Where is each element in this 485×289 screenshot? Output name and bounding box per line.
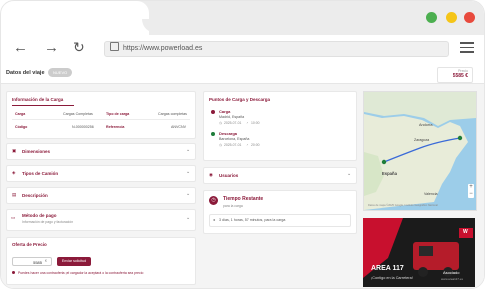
hourglass-icon: ⧗ (213, 218, 216, 222)
load-date: 2025-07-01 (224, 121, 242, 125)
unload-place: Barcelona, España (219, 137, 250, 141)
ad-brand: AREA 117 (371, 265, 404, 272)
page-header (1, 63, 484, 84)
clock-icon: ◔ (246, 143, 249, 147)
load-point-icon (211, 110, 215, 114)
load-time: 10:00 (251, 121, 260, 125)
price-box: Precio 5585 € (437, 67, 473, 83)
page-title: Datos del viaje (6, 70, 45, 76)
ad-site: www.area117.es (441, 277, 463, 281)
payment-icon: ▭ (11, 215, 16, 220)
unload-date: 2025-07-01 (224, 143, 242, 147)
row-divider (12, 119, 190, 120)
chevron-down-icon: ⌄ (347, 171, 352, 177)
ad-caption: ¡Contigo en la Carretera! (371, 276, 413, 280)
map-graphic (364, 92, 476, 210)
payment-title: Método de pago (22, 213, 57, 218)
map-label-espana: España (382, 171, 397, 176)
accordion-label: Descripción (22, 193, 48, 198)
label-carga: Carga (15, 112, 26, 116)
ad-tag: Asociado (443, 270, 460, 275)
close-button[interactable] (464, 12, 475, 23)
label-tipo-carga: Tipo de carga (106, 112, 130, 116)
zoom-out-button[interactable]: − (468, 191, 474, 198)
accordion-label: Dimensiones (22, 149, 51, 154)
ruler-icon: ▣ (12, 148, 17, 153)
value-codigo: N-000000256 (72, 125, 94, 129)
offer-note: Puedes hacer una contraoferta ¡el cargad… (18, 271, 144, 275)
calendar-icon: ◷ (219, 143, 222, 147)
back-arrow-icon[interactable]: ← (13, 40, 28, 55)
accordion-label: Tipos de Camión (22, 171, 59, 176)
title-underline (12, 105, 74, 106)
unload-title: Descarga (219, 131, 238, 136)
forward-arrow-icon[interactable]: → (44, 40, 59, 55)
remaining-subtitle: para la carga (223, 204, 243, 208)
chevron-down-icon: ⌄ (186, 191, 191, 197)
page-icon (110, 42, 119, 51)
hamburger-menu-icon[interactable] (460, 42, 474, 56)
truck-icon: ◈ (12, 170, 16, 175)
map-label-zaragoza: Zaragoza (414, 138, 430, 142)
value-referencia: ANVCNV (171, 125, 186, 129)
price-value: 5585 € (452, 73, 468, 79)
load-title: Carga (219, 109, 231, 114)
offer-amount: 5585 (33, 260, 42, 265)
browser-window: ← → ↻ https://www.powerload.es Datos del… (0, 0, 485, 289)
remaining-text: 3 días, 1 horas, 57 minutos, para la car… (219, 218, 286, 222)
address-bar[interactable]: https://www.powerload.es (104, 41, 449, 57)
users-icon: ◉ (209, 172, 213, 177)
browser-tab[interactable] (1, 1, 149, 35)
route-map[interactable]: Andorra España Valencia Zaragoza + − Dat… (363, 91, 477, 211)
payment-subtitle: Información de pago y facturación (22, 220, 74, 224)
minimize-button[interactable] (446, 12, 457, 23)
map-label-valencia: Valencia (424, 192, 438, 196)
chevron-down-icon: ⌄ (186, 215, 191, 221)
map-label-andorra: Andorra (419, 123, 433, 127)
maximize-button[interactable] (426, 12, 437, 23)
offer-title: Oferta de Precio (12, 242, 47, 247)
chevron-down-icon: ⌄ (186, 169, 191, 175)
users-title: Usuarios (219, 173, 239, 178)
label-codigo: Código (15, 125, 28, 129)
value-tipo-carga: Cargas completas (158, 112, 187, 116)
unload-time: 20:00 (251, 143, 260, 147)
send-offer-button[interactable]: Enviar solicitud (57, 257, 91, 266)
chevron-down-icon: ⌄ (186, 147, 191, 153)
currency-icon: € (45, 259, 47, 263)
label-referencia: Referencia (106, 125, 125, 129)
info-icon (12, 271, 15, 274)
unload-point-icon (211, 132, 215, 136)
ad-banner[interactable]: W AREA 117 Asociado ¡Contigo en la Carre… (363, 218, 475, 287)
value-carga: Cargas Completas (63, 112, 93, 116)
url-text: https://www.powerload.es (123, 45, 203, 52)
status-badge: NUEVO (48, 68, 73, 77)
points-title: Puntos de Carga y Descarga (209, 97, 271, 102)
clock-icon: ◔ (246, 121, 249, 125)
map-caption: Datos de mapa ©2025 Google, Instituto Ge… (368, 204, 438, 207)
ad-logo-icon: W (463, 229, 468, 235)
reload-icon[interactable]: ↻ (73, 40, 85, 55)
load-info-title: Información de la Carga (12, 97, 64, 102)
remaining-title: Tiempo Restante (223, 196, 264, 202)
calendar-icon: ◷ (219, 121, 222, 125)
clock-icon: ◷ (209, 196, 218, 205)
zoom-in-button[interactable]: + (468, 184, 474, 191)
document-icon: ▤ (12, 192, 17, 197)
load-place: Madrid, España (219, 115, 245, 119)
